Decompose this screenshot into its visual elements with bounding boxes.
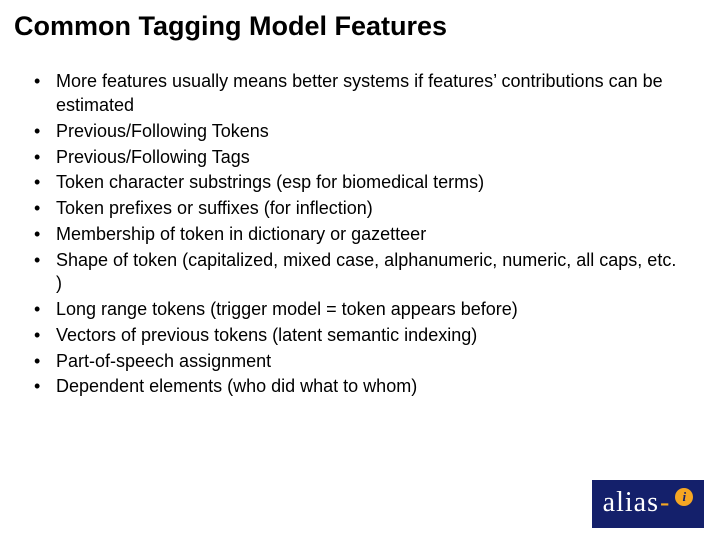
list-item: Dependent elements (who did what to whom… (28, 375, 680, 399)
logo-dot-icon: i (675, 488, 693, 506)
list-item: Previous/Following Tags (28, 146, 680, 170)
slide: Common Tagging Model Features More featu… (0, 0, 720, 540)
list-item: Previous/Following Tokens (28, 120, 680, 144)
logo-aliasi: alias- i (592, 480, 704, 528)
slide-body: More features usually means better syste… (0, 42, 720, 399)
list-item: Token prefixes or suffixes (for inflecti… (28, 197, 680, 221)
logo-hyphen: - (659, 489, 671, 517)
logo-word: alias (603, 489, 659, 517)
list-item: More features usually means better syste… (28, 70, 680, 118)
list-item: Vectors of previous tokens (latent seman… (28, 324, 680, 348)
slide-title: Common Tagging Model Features (0, 0, 720, 42)
logo-text: alias- (603, 489, 672, 517)
list-item: Long range tokens (trigger model = token… (28, 298, 680, 322)
bullet-list: More features usually means better syste… (28, 70, 680, 399)
list-item: Shape of token (capitalized, mixed case,… (28, 249, 680, 297)
list-item: Part-of-speech assignment (28, 350, 680, 374)
list-item: Membership of token in dictionary or gaz… (28, 223, 680, 247)
list-item: Token character substrings (esp for biom… (28, 171, 680, 195)
logo-dot-char: i (683, 490, 687, 503)
